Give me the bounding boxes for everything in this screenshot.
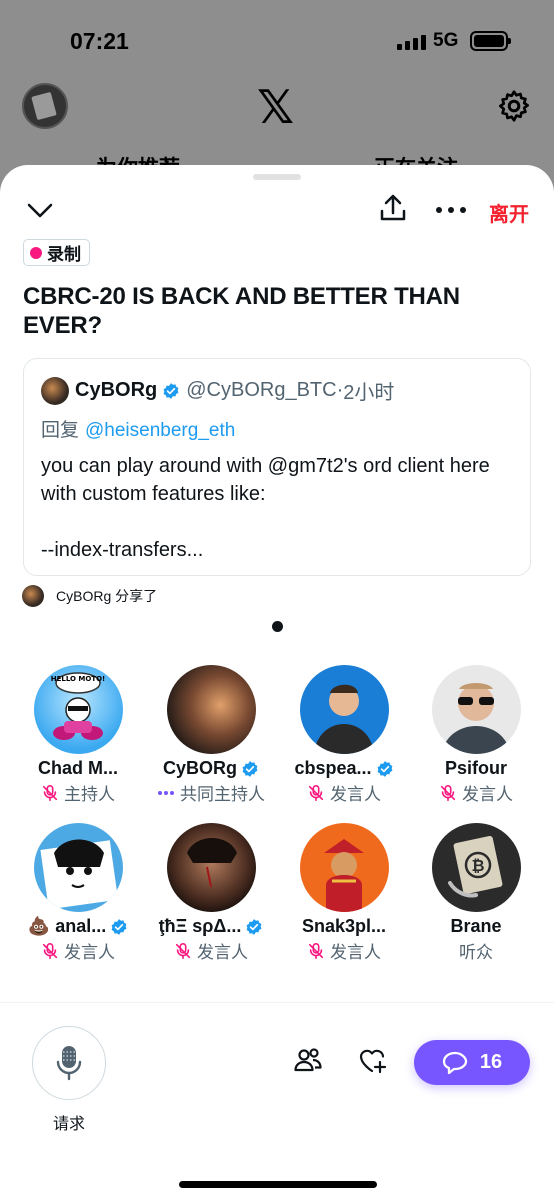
- participant-role: 发言人: [330, 943, 381, 962]
- avatar-art-icon: HELLO MOTO!: [50, 672, 105, 740]
- avatar-speech-text: HELLO MOTO!: [50, 675, 105, 683]
- mic-muted-icon: [308, 784, 324, 801]
- avatar: [431, 665, 521, 754]
- avatar: [166, 665, 256, 754]
- participant-tile[interactable]: ₿ Brane 听众: [411, 823, 541, 963]
- network-label: 5G: [433, 30, 459, 51]
- avatar: [33, 823, 123, 912]
- verified-icon: [163, 382, 179, 399]
- participant-role: 主持人: [64, 785, 115, 804]
- home-indicator[interactable]: [179, 1181, 377, 1188]
- more-icon[interactable]: [436, 207, 466, 213]
- post-author-handle: @CyBORg_BTC: [186, 379, 337, 401]
- participant-role: 听众: [459, 943, 493, 962]
- participant-tile[interactable]: cbspea... 发言人: [279, 665, 409, 805]
- participant-role: 发言人: [197, 943, 248, 962]
- avatar-art-icon: [323, 839, 364, 912]
- chevron-down-icon[interactable]: [26, 199, 54, 221]
- participant-tile[interactable]: Snak3pl... 发言人: [279, 823, 409, 963]
- microphone-icon: [56, 1046, 82, 1081]
- svg-text:₿: ₿: [471, 856, 484, 875]
- bitcoin-card-icon: ₿: [447, 835, 502, 898]
- person-photo-icon: [313, 684, 374, 754]
- gear-icon[interactable]: [496, 88, 532, 124]
- avatar: [299, 665, 389, 754]
- participant-name: Brane: [450, 916, 502, 936]
- recording-label: 录制: [47, 245, 81, 264]
- people-icon[interactable]: [293, 1045, 323, 1075]
- heart-plus-icon[interactable]: [358, 1046, 388, 1076]
- verified-icon: [242, 760, 258, 777]
- pinned-post-card[interactable]: CyBORg @CyBORg_BTC · 2小时 回复 @heisenberg_e…: [23, 358, 531, 576]
- participant-role: 发言人: [330, 785, 381, 804]
- avatar: [41, 376, 69, 405]
- avatar: HELLO MOTO!: [33, 665, 123, 754]
- share-icon[interactable]: [378, 193, 408, 223]
- post-author-name: CyBORg: [75, 379, 158, 401]
- battery-icon: [470, 31, 511, 51]
- shared-by-label: CyBORg 分享了: [56, 588, 158, 604]
- space-title: CBRC-20 IS BACK AND BETTER THAN EVER?: [23, 283, 460, 339]
- verified-icon: [246, 918, 262, 935]
- avatar-art-icon: [186, 838, 237, 888]
- participant-role: 共同主持人: [180, 785, 265, 804]
- speaking-dots-icon: [158, 790, 174, 795]
- recording-badge: 录制: [23, 239, 90, 266]
- status-time: 07:21: [70, 28, 129, 54]
- comment-icon: [442, 1051, 468, 1074]
- shared-by: CyBORg 分享了: [22, 585, 157, 607]
- avatar: ₿: [431, 823, 521, 912]
- post-time: 2小时: [343, 382, 395, 404]
- x-logo-icon: 𝕏: [257, 81, 295, 133]
- participant-tile[interactable]: ţħΞ sρΔ... 发言人: [146, 823, 276, 963]
- participant-name: cbspea...: [294, 758, 372, 778]
- participant-role: 发言人: [64, 943, 115, 962]
- request-label: 请求: [53, 1116, 86, 1133]
- leave-button[interactable]: 离开: [489, 198, 529, 227]
- participant-name: Psifour: [444, 758, 507, 778]
- mic-muted-icon: [440, 784, 456, 801]
- status-bar: 07:21 5G: [0, 0, 554, 80]
- participant-tile[interactable]: Psifour 发言人: [411, 665, 541, 805]
- mic-muted-icon: [175, 942, 191, 959]
- signal-icon: [397, 34, 426, 50]
- sheet-grabber[interactable]: [253, 174, 301, 180]
- participant-role: 发言人: [462, 785, 513, 804]
- verified-icon: [377, 760, 392, 777]
- separator: ·: [336, 379, 344, 401]
- participant-tile[interactable]: 💩 anal... 发言人: [13, 823, 143, 963]
- request-mic-button[interactable]: [32, 1026, 106, 1100]
- participant-tile[interactable]: HELLO MOTO! Chad M... 主持人: [13, 665, 143, 805]
- comments-button[interactable]: 16: [414, 1040, 530, 1085]
- participant-name: Snak3pl...: [301, 916, 387, 936]
- mic-muted-icon: [42, 784, 58, 801]
- mic-muted-icon: [42, 942, 58, 959]
- participant-name: CyBORg: [162, 758, 237, 778]
- avatar: [299, 823, 389, 912]
- post-body: you can play around with @gm7t2's ord cl…: [41, 455, 490, 561]
- verified-icon: [111, 918, 127, 935]
- participant-name: Chad M...: [38, 758, 118, 778]
- mic-muted-icon: [308, 942, 324, 959]
- avatar: [166, 823, 256, 912]
- person-photo-icon: [441, 683, 510, 754]
- avatar-art-icon: [39, 839, 118, 910]
- recording-dot-icon: [30, 246, 42, 259]
- reply-line: 回复 @heisenberg_eth: [41, 415, 235, 442]
- avatar: [22, 585, 44, 607]
- reply-mention-link[interactable]: @heisenberg_eth: [85, 420, 235, 441]
- participant-tile[interactable]: CyBORg 共同主持人: [146, 665, 276, 805]
- space-sheet: 离开 录制 CBRC-20 IS BACK AND BETTER THAN EV…: [0, 165, 554, 1200]
- page-indicator: [272, 621, 283, 632]
- participant-name: ţħΞ sρΔ...: [158, 916, 242, 936]
- comment-count: 16: [479, 1051, 503, 1073]
- divider: [0, 1002, 554, 1003]
- participant-name: 💩 anal...: [27, 916, 107, 936]
- profile-avatar[interactable]: [22, 83, 68, 129]
- reply-prefix: 回复: [41, 420, 80, 441]
